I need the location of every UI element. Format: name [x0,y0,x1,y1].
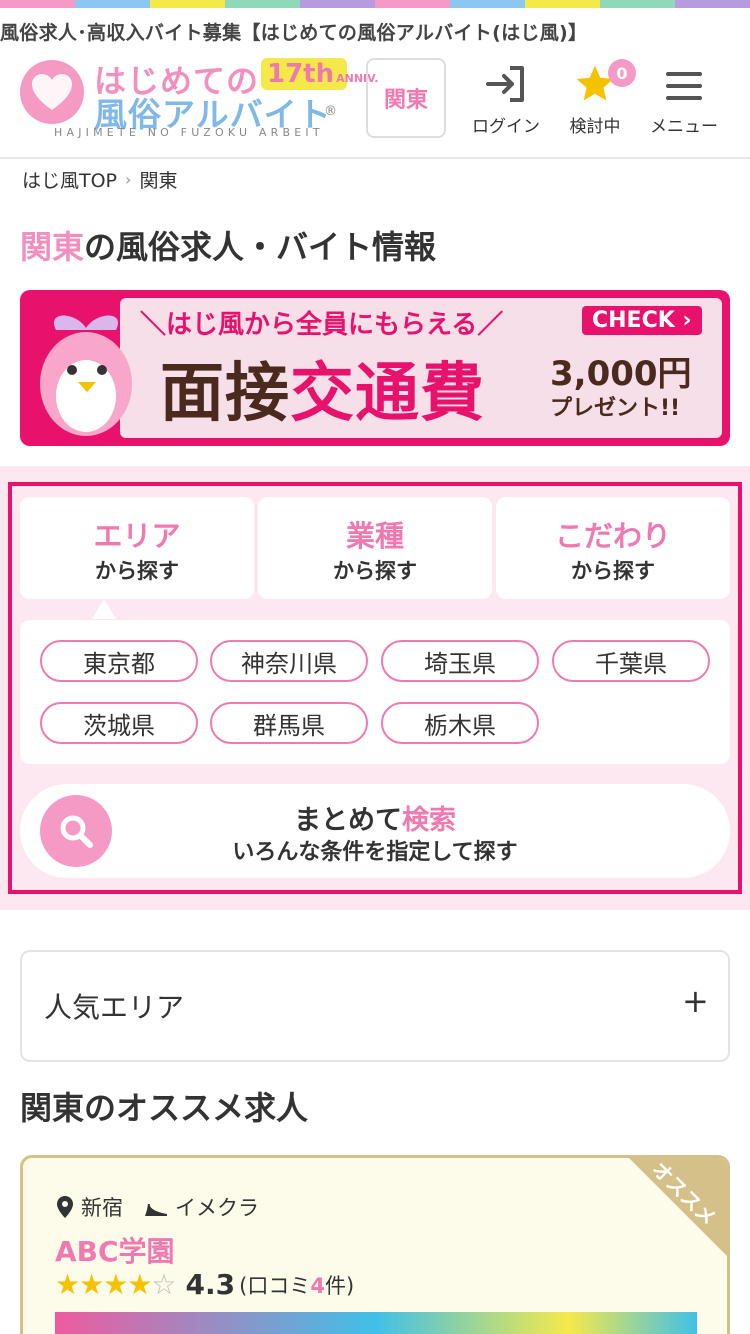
job-card[interactable]: オススメ 新宿 イメクラ ABC学園 ★★★★☆ 4.3 (口コミ4件) [20,1155,730,1334]
menu-button[interactable]: メニュー [640,60,728,140]
expand-plus-icon: + [682,982,709,1020]
penguin-mascot-icon [40,315,132,436]
favorites-label: 検討中 [569,117,621,137]
heart-logo-icon [20,60,84,124]
prefecture-saitama[interactable]: 埼玉県 [381,640,539,682]
tab-preference-sub: から探す [571,559,655,583]
site-logo[interactable]: はじめての 17th ANNIV. 風俗アルバイト ® HAJIMETE NO … [18,56,378,142]
strip-segment [600,0,675,8]
high-heel-icon [145,1203,167,1217]
review-count-number: 4 [310,1273,325,1298]
strip-segment [150,0,225,8]
favorites-button[interactable]: 0 検討中 [551,59,639,140]
rating-stars-full: ★★★★ [55,1268,152,1301]
bulk-search-title: まとめて検索 [20,798,730,837]
banner-present: プレゼント!! [550,396,681,421]
strip-segment [675,0,750,8]
menu-label: メニュー [650,117,718,137]
login-label: ログイン [472,117,540,137]
region-button[interactable]: 関東 [366,58,446,138]
login-icon [486,66,524,102]
strip-segment [225,0,300,8]
breadcrumb-home-link[interactable]: はじ風TOP [22,166,117,193]
breadcrumb-separator: › [125,170,132,189]
tab-industry-title: 業種 [345,519,404,553]
tab-area-title: エリア [93,519,181,553]
tab-industry-sub: から探す [333,559,417,583]
page-title: 関東の風俗求人・バイト情報 [20,222,436,268]
banner-headline: ＼はじ風から全員にもらえる／ [140,310,504,340]
prefecture-tokyo[interactable]: 東京都 [40,640,198,682]
prefecture-chiba[interactable]: 千葉県 [552,640,710,682]
tab-search-by-area[interactable]: エリア から探す [20,497,254,599]
job-shop-name[interactable]: ABC学園 [55,1230,175,1270]
prefecture-ibaraki[interactable]: 茨城県 [40,702,198,744]
bulk-search-button[interactable]: まとめて検索 いろんな条件を指定して探す [20,784,730,878]
anniversary-badge: 17th ANNIV. [261,58,378,90]
tab-preference-title: こだわり [554,519,671,553]
favorites-count-badge: 0 [608,59,636,87]
prefecture-tochigi[interactable]: 栃木県 [381,702,539,744]
job-banner-image[interactable] [55,1312,697,1334]
strip-segment [450,0,525,8]
hamburger-menu-icon [666,72,702,100]
strip-segment [75,0,150,8]
job-meta: 新宿 イメクラ [55,1192,259,1222]
banner-main-text: 面接交通費 [160,342,485,434]
strip-segment [0,0,75,8]
login-button[interactable]: ログイン [462,60,550,140]
strip-segment [375,0,450,8]
recommended-jobs-title: 関東のオススメ求人 [20,1089,309,1127]
logo-subtitle: HAJIMETE NO FUZOKU ARBEIT [54,126,324,139]
review-count-prefix: (口コミ [239,1273,311,1298]
prefecture-gunma[interactable]: 群馬県 [210,702,368,744]
breadcrumb-current: 関東 [139,170,178,192]
tab-search-by-industry[interactable]: 業種 から探す [258,497,492,599]
tab-search-by-preference[interactable]: こだわり から探す [496,497,730,599]
page-title-region: 関東 [20,228,85,266]
popular-area-accordion[interactable]: 人気エリア + [20,950,730,1062]
anniversary-number: 17th [267,59,335,89]
top-color-strip [0,0,750,8]
job-category: イメクラ [175,1196,259,1220]
rating-stars-icon: ★★★★☆ [55,1268,177,1301]
job-location: 新宿 [81,1196,123,1220]
popular-area-label: 人気エリア [44,991,185,1024]
registered-mark: ® [324,104,337,119]
banner-inner: ＼はじ風から全員にもらえる／ CHECK › 面接交通費 3,000円 プレゼン… [120,298,722,438]
bulk-search-title-b: 検索 [402,805,456,836]
strip-segment [300,0,375,8]
bulk-search-subtitle: いろんな条件を指定して探す [232,840,518,865]
rating-stars-empty: ☆ [151,1268,176,1301]
banner-check-label: CHECK › [582,306,702,335]
tab-area-sub: から探す [95,559,179,583]
header-divider [0,157,750,159]
location-pin-icon [57,1196,73,1218]
banner-main-b: 交通費 [290,357,485,431]
review-count-suffix: 件) [324,1273,355,1298]
banner-main-a: 面接 [160,357,290,431]
bulk-search-title-a: まとめて [294,805,402,836]
review-count[interactable]: (口コミ4件) [239,1270,354,1300]
page-title-rest: の風俗求人・バイト情報 [84,228,437,266]
banner-amount: 3,000円 [550,354,692,394]
active-tab-pointer [92,599,116,619]
rating-score: 4.3 [185,1268,236,1301]
promo-banner[interactable]: ＼はじ風から全員にもらえる／ CHECK › 面接交通費 3,000円 プレゼン… [20,290,730,446]
prefecture-kanagawa[interactable]: 神奈川県 [210,640,368,682]
seo-title: 風俗求人･高収入バイト募集【はじめての風俗アルバイト(はじ風)】 [0,22,588,44]
strip-segment [525,0,600,8]
breadcrumb: はじ風TOP › 関東 [22,166,177,193]
job-rating: ★★★★☆ 4.3 (口コミ4件) [55,1268,354,1301]
